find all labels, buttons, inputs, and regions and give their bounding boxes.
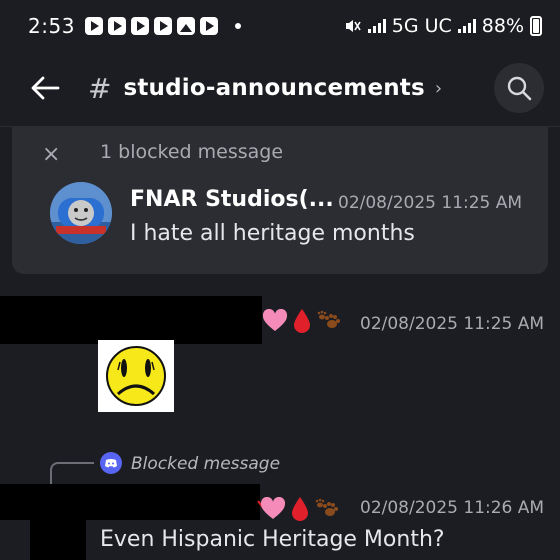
back-arrow-icon xyxy=(31,76,60,100)
more-notifications-dot xyxy=(234,23,241,29)
message-text: Even Hispanic Heritage Month? xyxy=(100,527,445,552)
blocked-message-panel: × 1 blocked message FNAR Studios(... 02/… xyxy=(12,127,548,274)
message-text: I hate all heritage months xyxy=(130,221,415,246)
blocked-message-label[interactable]: 1 blocked message xyxy=(100,141,283,163)
paw-prints-icon xyxy=(315,498,338,516)
username-emoji xyxy=(256,496,340,522)
message-timestamp: 02/08/2025 11:25 AM xyxy=(360,314,545,334)
channel-header: # studio-announcements › xyxy=(0,52,560,124)
status-bar: 2:53 5G UC 88% xyxy=(0,0,560,52)
message-timestamp: 02/08/2025 11:26 AM xyxy=(360,498,545,518)
paw-prints-icon xyxy=(317,310,340,328)
search-button[interactable] xyxy=(494,63,544,113)
drop-of-blood-icon xyxy=(294,309,310,333)
frowning-face-image[interactable] xyxy=(98,340,174,412)
message-author[interactable]: FNAR Studios(... xyxy=(130,187,334,212)
youtube-icon xyxy=(199,17,218,35)
channel-hash-icon: # xyxy=(88,71,112,105)
channel-name[interactable]: studio-announcements xyxy=(123,75,424,101)
avatar[interactable] xyxy=(50,182,112,244)
close-icon[interactable]: × xyxy=(42,142,60,167)
mute-vibrate-icon xyxy=(345,20,361,32)
signal-strength-icon xyxy=(367,19,386,33)
chevron-right-icon[interactable]: › xyxy=(435,78,442,99)
search-icon xyxy=(507,76,532,101)
pink-heart-icon xyxy=(262,309,288,331)
gallery-icon xyxy=(176,17,195,35)
youtube-icon xyxy=(130,17,149,35)
notification-icons xyxy=(84,17,241,35)
status-time: 2:53 xyxy=(28,14,75,38)
reply-connector xyxy=(50,462,94,484)
pink-heart-icon xyxy=(257,497,286,519)
signal-strength-icon xyxy=(457,19,476,33)
redacted-avatar xyxy=(30,519,86,560)
youtube-icon xyxy=(107,17,126,35)
redacted-username xyxy=(0,484,260,520)
battery-percent: 88% xyxy=(481,15,524,37)
drop-of-blood-icon xyxy=(292,497,308,521)
back-button[interactable] xyxy=(28,71,62,105)
battery-icon xyxy=(530,16,542,36)
youtube-icon xyxy=(153,17,172,35)
username-emoji xyxy=(262,308,342,334)
message-timestamp: 02/08/2025 11:25 AM xyxy=(338,193,523,213)
replied-blocked-message[interactable]: Blocked message xyxy=(131,454,280,474)
discord-icon xyxy=(100,452,122,474)
status-right: 5G UC 88% xyxy=(344,15,542,37)
youtube-icon xyxy=(84,17,103,35)
redacted-username xyxy=(0,296,262,344)
network-type: 5G UC xyxy=(391,15,452,37)
